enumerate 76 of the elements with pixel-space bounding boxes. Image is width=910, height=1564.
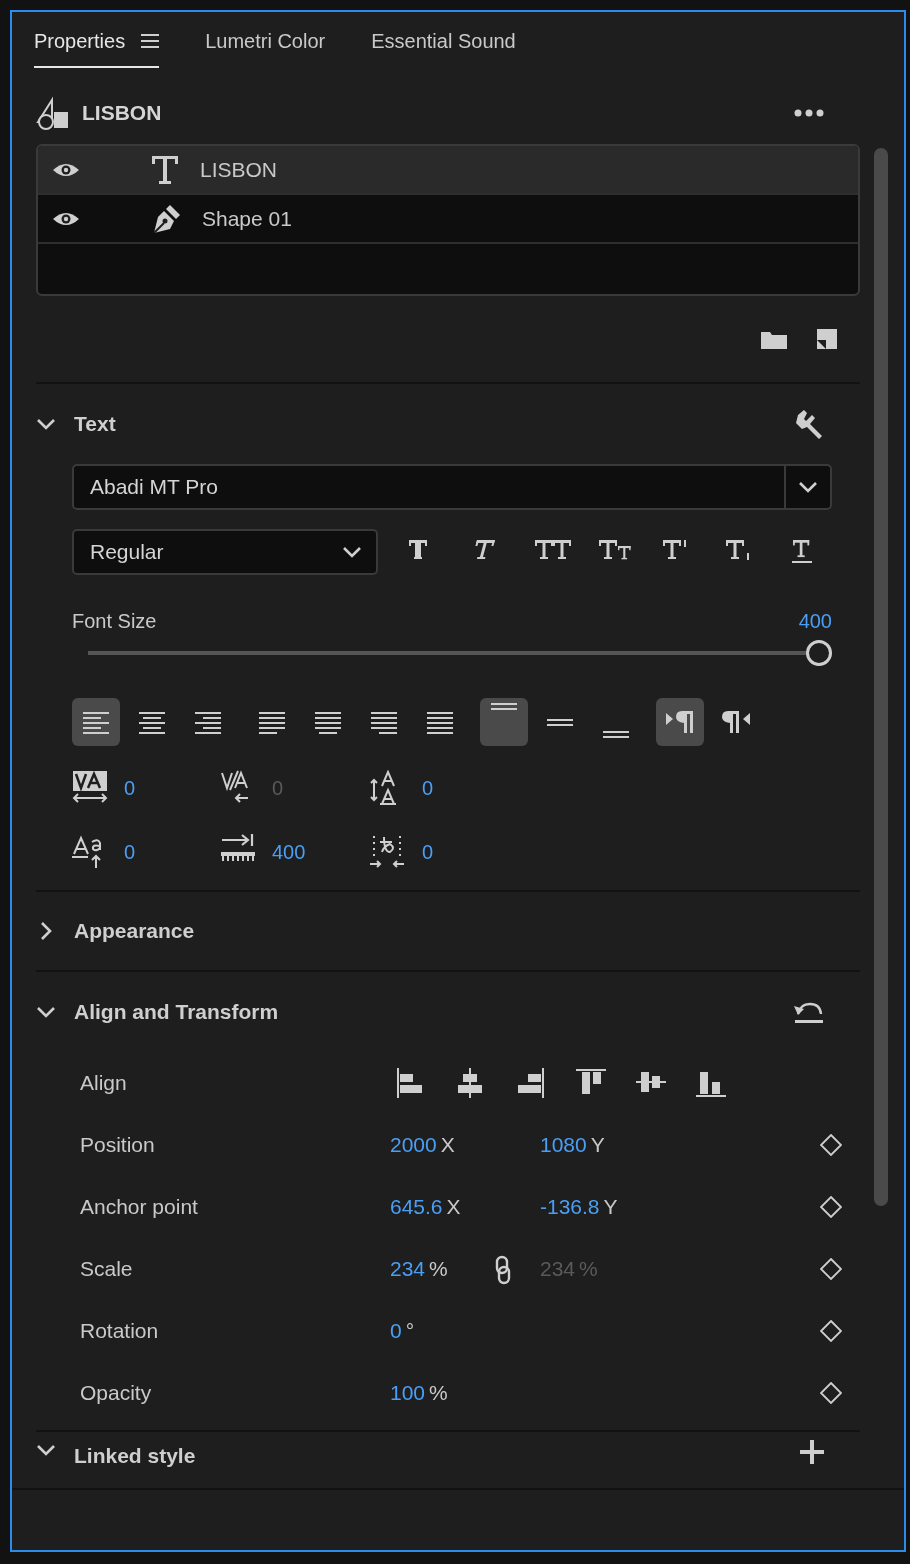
- new-item-icon[interactable]: [816, 328, 838, 350]
- unit-label: X: [446, 1194, 461, 1221]
- unit-label: %: [429, 1380, 448, 1407]
- keyframe-icon[interactable]: [820, 1258, 842, 1280]
- property-value[interactable]: 0: [390, 1315, 402, 1347]
- left-to-right-button[interactable]: [656, 698, 704, 746]
- right-to-left-icon: [721, 709, 751, 735]
- property-value[interactable]: 100: [390, 1377, 426, 1409]
- panel-tab[interactable]: Properties: [34, 24, 160, 68]
- property-value[interactable]: -136.8: [540, 1191, 600, 1223]
- tsume-icon: [370, 834, 406, 870]
- align-left-icon: [81, 709, 111, 735]
- metric-value[interactable]: 0: [124, 837, 136, 867]
- metric-value[interactable]: 0: [124, 773, 136, 803]
- metric-value[interactable]: 0: [422, 773, 434, 803]
- section-title[interactable]: Linked style: [74, 1440, 800, 1472]
- align-left-button[interactable]: [72, 698, 120, 746]
- unit-label: Y: [590, 1132, 605, 1159]
- align-center-icon: [137, 709, 167, 735]
- property-value[interactable]: 645.6: [390, 1191, 443, 1223]
- align-bottom-icon: [603, 730, 629, 738]
- metric-value: 0: [272, 776, 284, 801]
- add-icon[interactable]: [800, 1440, 824, 1464]
- keyframe-icon[interactable]: [820, 1382, 842, 1404]
- clip-title: LISBON: [82, 100, 163, 127]
- align-top-icon: [491, 702, 517, 710]
- align-right-icon: [193, 709, 223, 735]
- style-dropdown[interactable]: Regular: [72, 529, 379, 575]
- align-middle-icon: [547, 718, 573, 726]
- panel-tab[interactable]: Lumetri Color: [205, 24, 326, 68]
- justify-left-icon: [257, 709, 287, 735]
- font-size-value[interactable]: 400: [798, 606, 832, 636]
- layer-name: LISBON: [200, 156, 278, 183]
- justify-center-icon: [313, 709, 343, 735]
- reset-icon[interactable]: [794, 1000, 824, 1024]
- wrench-icon[interactable]: [794, 409, 824, 439]
- keyframe-icon[interactable]: [820, 1196, 842, 1218]
- field-label: Font Size: [72, 609, 157, 634]
- shapes-icon: [36, 96, 70, 130]
- section-title[interactable]: Align and Transform: [74, 996, 794, 1028]
- text-tool-icon: [150, 154, 180, 185]
- metric-value[interactable]: 400: [272, 837, 306, 867]
- section-title[interactable]: Text: [74, 408, 794, 440]
- unit-label: Y: [603, 1194, 618, 1221]
- property-label: Scale: [80, 1256, 134, 1283]
- keyframe-icon[interactable]: [820, 1134, 842, 1156]
- property-value[interactable]: 1080: [540, 1129, 587, 1161]
- link-icon[interactable]: [495, 1255, 511, 1286]
- unit-label: %: [429, 1256, 448, 1283]
- property-label: Position: [80, 1132, 156, 1159]
- slider-thumb[interactable]: [806, 640, 832, 666]
- font-dropdown[interactable]: Abadi MT Pro: [72, 464, 832, 510]
- section-title[interactable]: Appearance: [74, 915, 860, 947]
- panel-tab[interactable]: Essential Sound: [371, 24, 516, 68]
- menu-icon[interactable]: [141, 33, 160, 49]
- align-top-button[interactable]: [480, 698, 528, 746]
- unit-label: °: [405, 1318, 415, 1345]
- justify-all-icon: [425, 709, 455, 735]
- property-label: Opacity: [80, 1380, 153, 1407]
- property-label: Anchor point: [80, 1194, 199, 1221]
- metric-value[interactable]: 0: [422, 837, 434, 867]
- unit-label: %: [579, 1256, 598, 1283]
- scrollbar[interactable]: [874, 148, 888, 1206]
- keyframe-icon[interactable]: [820, 1320, 842, 1342]
- property-value: 234: [540, 1256, 576, 1283]
- unit-label: X: [440, 1132, 455, 1159]
- align-right-icon[interactable]: [516, 1068, 546, 1098]
- property-label: Align: [80, 1070, 128, 1097]
- property-value[interactable]: 234: [390, 1253, 426, 1285]
- property-value[interactable]: 2000: [390, 1129, 437, 1161]
- justify-right-icon: [369, 709, 399, 735]
- property-label: Rotation: [80, 1318, 160, 1345]
- left-to-right-icon: [665, 709, 695, 735]
- layer-name: Shape 01: [202, 205, 292, 232]
- more-icon[interactable]: [794, 109, 824, 117]
- layer-row[interactable]: LISBON: [38, 146, 858, 195]
